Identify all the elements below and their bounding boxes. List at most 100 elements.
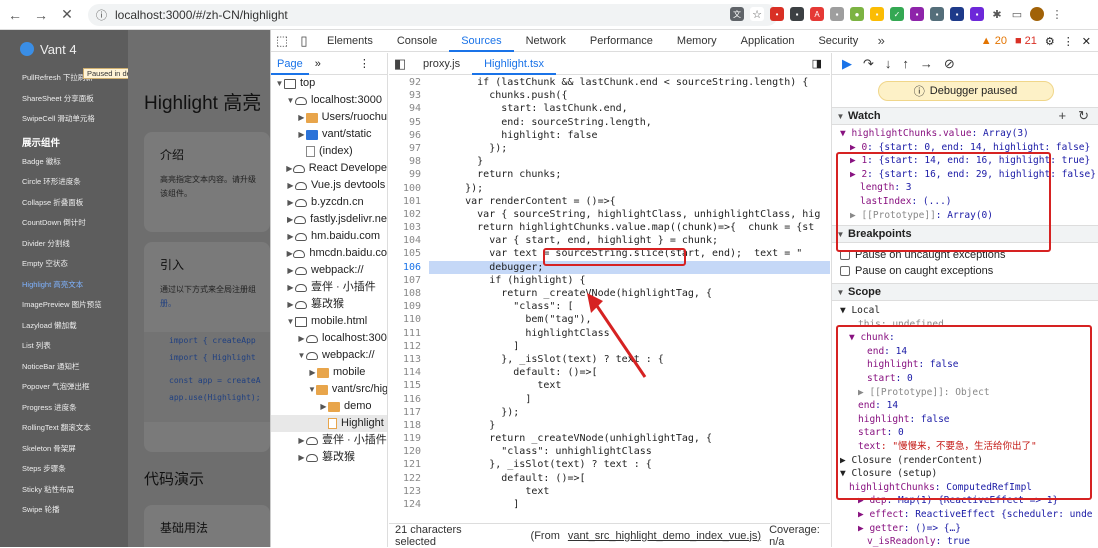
extension-icon[interactable]: ▪ (910, 7, 924, 21)
watch-item[interactable]: ▼ highlightChunks.value: Array(3) (832, 127, 1098, 141)
more-tabs-icon[interactable]: » (315, 58, 321, 70)
tree-item[interactable]: ▶ 篡改猴 (271, 296, 387, 313)
tree-item[interactable]: ▼ webpack:// (271, 347, 387, 364)
settings-icon[interactable]: ⚙ (1045, 35, 1055, 48)
refresh-icon[interactable]: ↻ (1078, 108, 1089, 124)
tree-item[interactable]: ▶ b.yzcdn.cn (271, 194, 387, 211)
extension-icon[interactable]: ▪ (790, 7, 804, 21)
step-out-icon[interactable]: ↑ (902, 56, 909, 71)
tree-item[interactable]: ▶ Users/ruochu (271, 109, 387, 126)
step-icon[interactable]: → (920, 56, 933, 71)
tree-item[interactable]: ▶ localhost:300 (271, 330, 387, 347)
tree-item[interactable]: ▶ 壹伴 · 小插件 (271, 432, 387, 449)
code-line[interactable]: 101 var renderContent = ()=>{ (389, 195, 830, 208)
line-number[interactable]: 93 (389, 89, 429, 102)
code-line[interactable]: 97 }); (389, 142, 830, 155)
line-number[interactable]: 111 (389, 327, 429, 340)
line-number[interactable]: 120 (389, 445, 429, 458)
extension-icon[interactable]: ▪ (950, 7, 964, 21)
code-line[interactable]: 93 chunks.push({ (389, 89, 830, 102)
sidebar-icon[interactable]: ▭ (1010, 7, 1024, 21)
line-number[interactable]: 95 (389, 116, 429, 129)
extension-icon[interactable]: A (810, 7, 824, 21)
tree-item[interactable]: ▶ hmcdn.baidu.co (271, 245, 387, 262)
tree-item[interactable]: ▼ top (271, 75, 387, 92)
sidebar-item[interactable]: RollingText 翻滚文本 (0, 418, 128, 439)
code-line[interactable]: 121 }, _isSlot(text) ? text : { (389, 458, 830, 471)
errors-count[interactable]: ■ 21 (1015, 35, 1037, 47)
extension-icon[interactable]: ▪ (930, 7, 944, 21)
code-line[interactable]: 118 } (389, 419, 830, 432)
tree-item[interactable]: ▶ mobile (271, 364, 387, 381)
line-number[interactable]: 98 (389, 155, 429, 168)
tree-item[interactable]: ▼ localhost:3000 (271, 92, 387, 109)
line-number[interactable]: 121 (389, 458, 429, 471)
puzzle-icon[interactable]: ✱ (990, 7, 1004, 21)
sidebar-item[interactable]: ImagePreview 图片预览 (0, 295, 128, 316)
line-number[interactable]: 100 (389, 182, 429, 195)
tree-item[interactable]: (index) (271, 143, 387, 160)
code-line[interactable]: 120 "class": unhighlightClass (389, 445, 830, 458)
tab-application[interactable]: Application (729, 30, 807, 52)
scope-item[interactable]: ▶ effect: ReactiveEffect {scheduler: und… (832, 508, 1098, 522)
toggle-debugger-icon[interactable]: ◨ (812, 57, 822, 70)
line-number[interactable]: 124 (389, 498, 429, 511)
tab-console[interactable]: Console (385, 30, 449, 52)
line-number[interactable]: 96 (389, 129, 429, 142)
tab-performance[interactable]: Performance (578, 30, 665, 52)
sidebar-item[interactable]: Circle 环形进度条 (0, 172, 128, 193)
line-number[interactable]: 104 (389, 234, 429, 247)
line-number[interactable]: 105 (389, 247, 429, 260)
tree-item[interactable]: ▶ React Develope (271, 160, 387, 177)
sidebar-item[interactable]: Empty 空状态 (0, 254, 128, 275)
avatar[interactable] (1030, 7, 1044, 21)
line-number[interactable]: 118 (389, 419, 429, 432)
code-line[interactable]: 104 var { start, end, highlight } = chun… (389, 234, 830, 247)
tree-item[interactable]: ▼ vant/src/hig (271, 381, 387, 398)
line-number[interactable]: 108 (389, 287, 429, 300)
extension-icon[interactable]: ✓ (890, 7, 904, 21)
scope-item[interactable]: ▼ Local (832, 304, 1098, 318)
sidebar-item[interactable]: SwipeCell 滑动单元格 (0, 109, 128, 130)
sidebar-item[interactable]: Badge 徽标 (0, 152, 128, 173)
line-number[interactable]: 102 (389, 208, 429, 221)
sidebar-item[interactable]: NoticeBar 通知栏 (0, 357, 128, 378)
extension-icon[interactable]: ▪ (830, 7, 844, 21)
tree-item[interactable]: ▶ fastly.jsdelivr.ne (271, 211, 387, 228)
pause-caught-checkbox[interactable]: Pause on caught exceptions (832, 263, 1098, 279)
tab-network[interactable]: Network (514, 30, 578, 52)
extension-icon[interactable]: ● (850, 7, 864, 21)
tree-item[interactable]: Highlight (271, 415, 387, 432)
code-line[interactable]: 123 text (389, 485, 830, 498)
tree-item[interactable]: ▶ 篡改猴 (271, 449, 387, 466)
tab-elements[interactable]: Elements (315, 30, 385, 52)
translate-icon[interactable]: 文 (730, 7, 744, 21)
editor-tab[interactable]: proxy.js (411, 53, 472, 75)
scope-item[interactable]: ▶ getter: ()=> {…} (832, 522, 1098, 536)
toggle-navigator-icon[interactable]: ◧ (389, 56, 411, 72)
source-map-link[interactable]: vant_src_highlight_demo_index_vue.js) (568, 530, 761, 542)
tree-item[interactable]: ▶ vant/static (271, 126, 387, 143)
warnings-count[interactable]: ▲ 20 (981, 35, 1007, 47)
step-into-icon[interactable]: ↓ (885, 56, 892, 71)
scope-item[interactable]: v_isReadonly: true (832, 535, 1098, 547)
line-number[interactable]: 115 (389, 379, 429, 392)
sidebar-item[interactable]: ShareSheet 分享面板 (0, 89, 128, 110)
sidebar-item[interactable]: Collapse 折叠面板 (0, 193, 128, 214)
code-line[interactable]: 117 }); (389, 406, 830, 419)
sidebar-item[interactable]: Popover 气泡弹出框 (0, 377, 128, 398)
line-number[interactable]: 103 (389, 221, 429, 234)
tab-memory[interactable]: Memory (665, 30, 729, 52)
more-options-icon[interactable]: ⋮ (1063, 35, 1074, 48)
code-line[interactable]: 124 ] (389, 498, 830, 511)
code-line[interactable]: 107 if (highlight) { (389, 274, 830, 287)
reload-icon[interactable]: ✕ (56, 4, 78, 26)
code-line[interactable]: 96 highlight: false (389, 129, 830, 142)
code-line[interactable]: 92 if (lastChunk && lastChunk.end < sour… (389, 76, 830, 89)
add-icon[interactable]: + (1059, 108, 1067, 124)
more-tabs-icon[interactable]: » (870, 33, 892, 48)
line-number[interactable]: 112 (389, 340, 429, 353)
extension-icon[interactable]: ▪ (970, 7, 984, 21)
line-number[interactable]: 123 (389, 485, 429, 498)
tree-item[interactable]: ▶ Vue.js devtools (271, 177, 387, 194)
